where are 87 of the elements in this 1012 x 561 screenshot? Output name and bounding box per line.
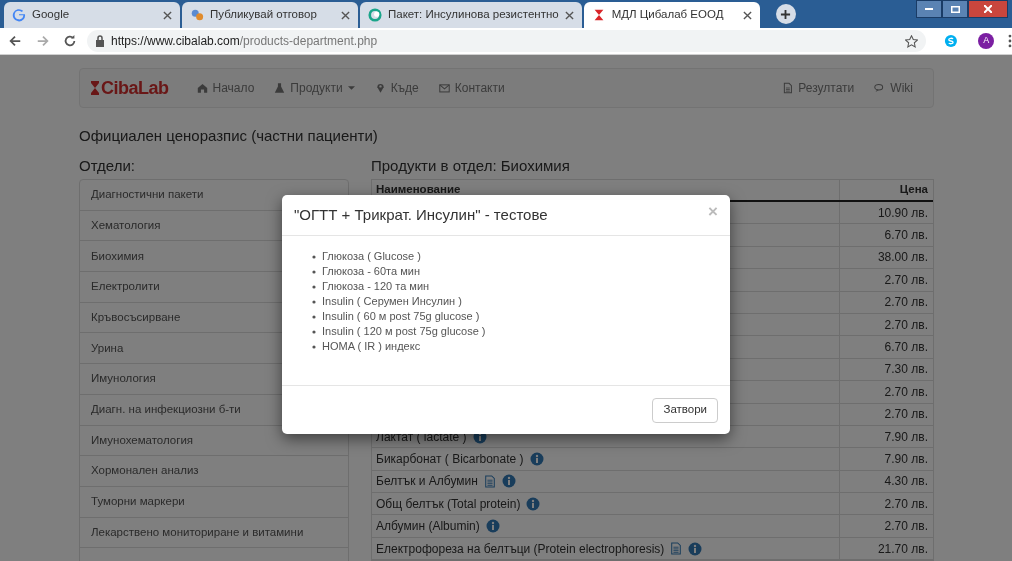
- close-modal-button[interactable]: Затвори: [652, 397, 718, 423]
- close-icon: [341, 10, 350, 20]
- tab-title: МДЛ Цибалаб ЕООД: [611, 7, 725, 23]
- department-item[interactable]: Лекарствено мониториране и витамини: [80, 517, 348, 549]
- bullet-icon: [312, 284, 316, 289]
- price-cell-text: 21.70 лв.: [877, 540, 928, 558]
- price-cell-text: 2.70 лв.: [884, 383, 928, 401]
- nav-link[interactable]: Къде: [364, 79, 429, 97]
- price-cell-text: 7.30 лв.: [884, 361, 928, 379]
- close-icon: [564, 10, 574, 20]
- new-tab-button[interactable]: [775, 4, 796, 24]
- price-cell-text: 7.90 лв.: [884, 451, 928, 468]
- section-heading: Отдели:: [79, 156, 135, 174]
- maximize-icon: [950, 5, 960, 13]
- column-header: Цена: [898, 182, 929, 198]
- page-title: Официален ценоразпис (частни пациенти): [79, 127, 378, 144]
- hourglass-logo-icon: [90, 80, 100, 96]
- minimize-icon: [925, 8, 933, 10]
- home-icon: [196, 82, 208, 94]
- reload-icon[interactable]: [63, 34, 78, 48]
- price-cell-text: 4.30 лв.: [884, 473, 928, 491]
- plus-icon: [780, 8, 792, 20]
- document-icon[interactable]: [670, 541, 683, 557]
- address-bar[interactable]: https://www.cibalab.com/products-department.php: [87, 30, 927, 52]
- nav-link[interactable]: Резултати: [772, 79, 865, 97]
- department-item[interactable]: Туморни маркери: [80, 486, 348, 518]
- product-name: Общ белтък (Total protein): [376, 495, 521, 513]
- browser-tab[interactable]: Пакет: Инсулинова резистентно: [360, 2, 582, 28]
- url-text: https://www.cibalab.com/products-department.php: [111, 33, 379, 50]
- tab-title: Google: [32, 7, 71, 23]
- product-name: Белтък и Албумин: [376, 473, 478, 491]
- nav-dropdown[interactable]: Продукти: [264, 79, 365, 97]
- tab-title: Публикувай отговор: [210, 7, 318, 23]
- document-icon: [782, 82, 794, 94]
- price-cell-text: 10.90 лв.: [877, 204, 928, 222]
- close-icon: [163, 10, 172, 20]
- product-name: Албумин (Albumin): [376, 518, 480, 536]
- caret-icon: [347, 86, 355, 90]
- star-icon: [905, 34, 919, 48]
- price-cell-text: 2.70 лв.: [884, 406, 928, 424]
- profile-avatar[interactable]: A: [978, 33, 995, 49]
- window-control-button[interactable]: [942, 0, 968, 18]
- back-arrow-icon[interactable]: [7, 34, 22, 48]
- bullet-icon: [312, 299, 316, 304]
- nav-link[interactable]: Wiki: [864, 79, 923, 97]
- bullet-icon: [312, 314, 316, 319]
- document-icon[interactable]: [483, 473, 496, 489]
- nav-link[interactable]: Контакти: [428, 79, 515, 97]
- forward-arrow-icon[interactable]: [35, 34, 50, 48]
- product-name: Електрофореза на белтъци (Protein electrophoresis): [376, 540, 665, 558]
- close-icon: [742, 10, 752, 20]
- price-cell-text: 6.70 лв.: [884, 227, 928, 245]
- window-control-button[interactable]: [916, 0, 942, 18]
- lock-icon: [95, 35, 105, 47]
- price-cell-text: 38.00 лв.: [877, 249, 928, 267]
- price-cell-text: 6.70 лв.: [884, 339, 928, 357]
- map-marker-icon: [374, 82, 386, 94]
- price-cell-text: 2.70 лв.: [884, 294, 928, 312]
- flask-icon: [274, 82, 286, 94]
- bullet-icon: [312, 269, 316, 274]
- brand-logo[interactable]: CibaLab: [101, 74, 169, 102]
- tab-title: Пакет: Инсулинова резистентно: [388, 7, 559, 23]
- speech-bubbles-icon: [190, 8, 204, 22]
- nav-link[interactable]: Начало: [186, 79, 265, 97]
- browser-tab[interactable]: Google: [4, 2, 180, 28]
- bullet-icon: [312, 254, 316, 259]
- price-cell-text: 2.70 лв.: [884, 518, 928, 536]
- browser-tab[interactable]: Публикувай отговор: [182, 2, 358, 28]
- skype-icon[interactable]: [944, 34, 959, 48]
- bullet-icon: [312, 329, 316, 334]
- column-header: Наименование: [376, 183, 461, 195]
- section-heading: Продукти в отдел: Биохимия: [371, 156, 570, 174]
- window-control-button[interactable]: [968, 0, 1008, 18]
- envelope-icon: [438, 82, 450, 94]
- close-icon: [984, 5, 992, 13]
- price-cell-text: 7.90 лв.: [884, 428, 928, 446]
- product-name: Бикарбонат ( Bicarbonate ): [376, 451, 524, 468]
- google-g-icon: [12, 8, 26, 22]
- browser-tab[interactable]: МДЛ Цибалаб ЕООД: [583, 2, 760, 28]
- close-button[interactable]: ×: [708, 202, 718, 220]
- price-cell-text: 2.70 лв.: [884, 495, 928, 513]
- price-cell-text: 2.70 лв.: [884, 271, 928, 289]
- bullet-icon: [312, 344, 316, 349]
- more-menu-icon: [1008, 34, 1012, 48]
- comments-icon: [874, 82, 886, 94]
- department-item[interactable]: Хормонален анализ: [80, 456, 348, 487]
- price-cell-text: 2.70 лв.: [884, 316, 928, 334]
